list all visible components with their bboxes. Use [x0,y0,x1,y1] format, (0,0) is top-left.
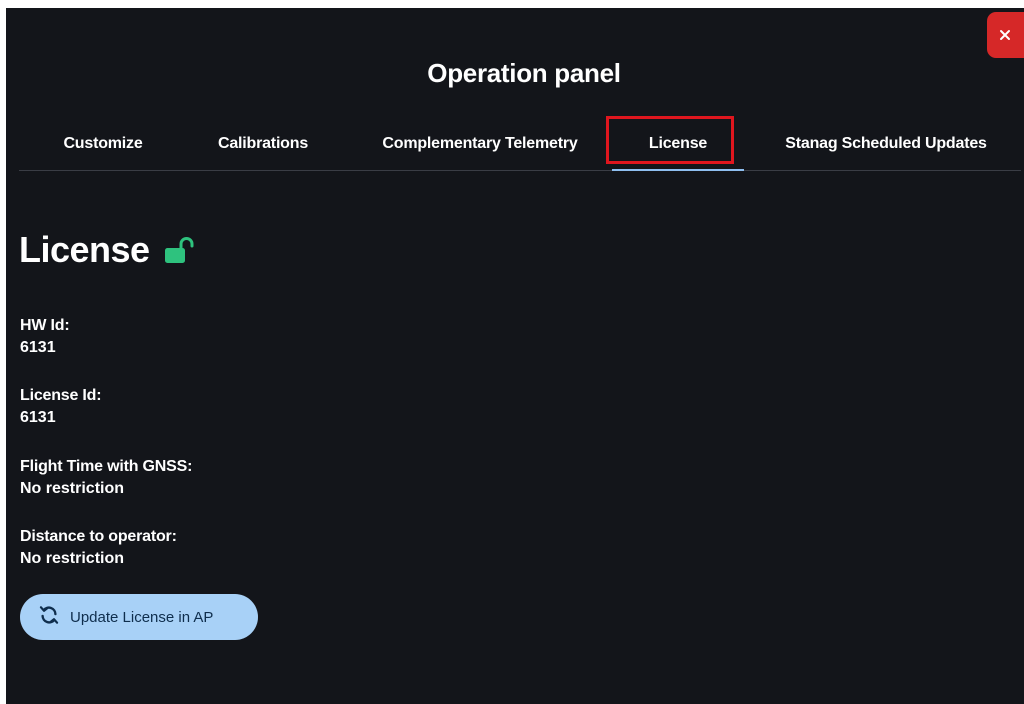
distance-to-operator-value: No restriction [20,550,125,567]
distance-to-operator-label: Distance to operator: [20,528,177,545]
tab-stanag-scheduled-updates[interactable]: Stanag Scheduled Updates [769,118,1003,170]
license-id-label: License Id: [20,387,102,404]
flight-time-gnss-label: Flight Time with GNSS: [20,458,193,475]
close-button[interactable] [987,12,1024,58]
tab-bar: Customize Calibrations Complementary Tel… [19,118,1021,171]
tab-complementary-telemetry[interactable]: Complementary Telemetry [367,118,593,170]
page: Operation panel Customize Calibrations C… [0,0,1024,704]
tab-calibrations[interactable]: Calibrations [204,118,322,170]
hw-id-value: 6131 [20,339,56,356]
flight-time-gnss-value: No restriction [20,480,125,497]
refresh-icon [38,604,60,630]
unlocked-padlock-icon [164,232,196,274]
license-heading-row: License [19,226,196,274]
distance-to-operator-field: Distance to operator: No restriction [20,526,177,570]
close-icon [999,30,1010,40]
tab-license[interactable]: License [612,118,744,171]
license-id-value: 6131 [20,409,56,426]
panel-title: Operation panel [427,58,621,88]
license-id-field: License Id: 6131 [20,385,102,429]
update-license-label: Update License in AP [70,608,214,626]
license-heading: License [19,229,150,270]
update-license-button[interactable]: Update License in AP [20,594,258,640]
hw-id-label: HW Id: [20,317,70,334]
operation-panel: Operation panel Customize Calibrations C… [6,8,1024,704]
tab-customize[interactable]: Customize [50,118,156,170]
hw-id-field: HW Id: 6131 [20,315,70,359]
flight-time-gnss-field: Flight Time with GNSS: No restriction [20,456,192,500]
